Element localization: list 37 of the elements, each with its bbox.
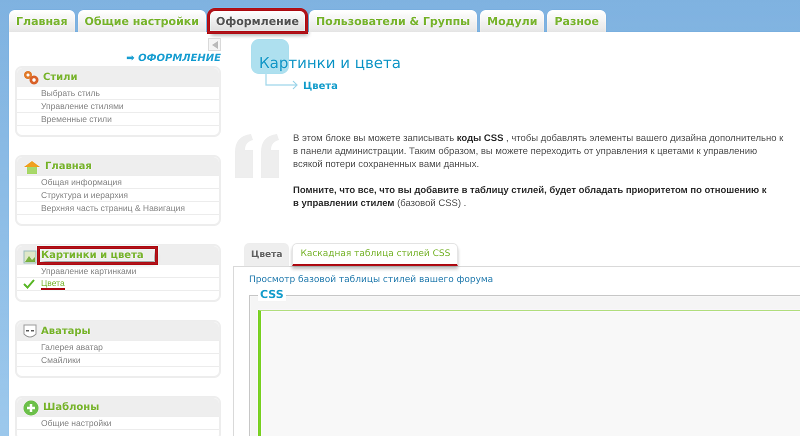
menu-item[interactable]: Выбрать стиль	[41, 88, 100, 98]
menu-item[interactable]: Общие настройки	[41, 418, 112, 428]
house-icon	[23, 158, 41, 174]
nav-tab[interactable]: Модули	[480, 10, 544, 32]
content-tab[interactable]: Каскадная таблица стилей CSS	[292, 243, 458, 266]
menu-item[interactable]: Общая информация	[41, 177, 122, 187]
menu-item[interactable]: Цвета	[41, 278, 65, 290]
picture-icon	[23, 248, 37, 264]
nav-tab[interactable]: Пользователи & Группы	[308, 10, 478, 32]
nav-tab[interactable]: Оформление	[208, 10, 306, 32]
menu-item[interactable]: Верхняя часть страниц & Навигация	[41, 203, 185, 213]
content-tab[interactable]: Цвета	[244, 243, 290, 266]
menu-item[interactable]: Смайлики	[41, 355, 81, 365]
breadcrumb: Цвета	[303, 81, 338, 92]
nav-tab[interactable]: Общие настройки	[78, 10, 206, 32]
view-stylesheet-link[interactable]: Просмотр базовой таблицы стилей вашего форума	[249, 275, 800, 285]
gears-icon	[23, 70, 39, 86]
nav-tab[interactable]: Главная	[9, 10, 75, 32]
menu-group-title: Стили	[43, 72, 78, 83]
triangle-left-icon	[210, 40, 218, 48]
note-paragraph: Помните, что все, что вы добавите в таблицу стилей, будет обладать приоритетом по отношению к в управлении стилем (базовой CSS) .	[293, 184, 768, 210]
plus-icon	[23, 400, 39, 416]
collapse-button[interactable]	[208, 38, 221, 51]
menu-item[interactable]: Управление стилями	[41, 101, 124, 111]
intro-paragraph: В этом блоке вы можете записывать коды CSS , чтобы добавлять элементы вашего дизайна дополнительно к в панели администрации. Таким образом, вы можете переходить от управления к цветами к управлению всякой потери сохраненных вами данных.	[293, 132, 784, 171]
mask-icon	[23, 324, 37, 340]
fieldset-legend: CSS	[258, 288, 286, 301]
menu-group-title: Шаблоны	[43, 402, 100, 413]
menu-item[interactable]: Структура и иерархия	[41, 190, 128, 200]
menu-item[interactable]: Временные стили	[41, 114, 112, 124]
page-title: Картинки и цвета	[259, 54, 402, 72]
menu-item[interactable]: Галерея аватар	[41, 342, 103, 352]
nav-tab[interactable]: Разное	[547, 10, 606, 32]
menu-group-title: Аватары	[41, 326, 91, 337]
section-title: ➡ ОФОРМЛЕНИЕ	[125, 53, 221, 64]
menu-item[interactable]: Управление картинками	[41, 266, 136, 276]
menu-group-title: Главная	[45, 161, 92, 172]
